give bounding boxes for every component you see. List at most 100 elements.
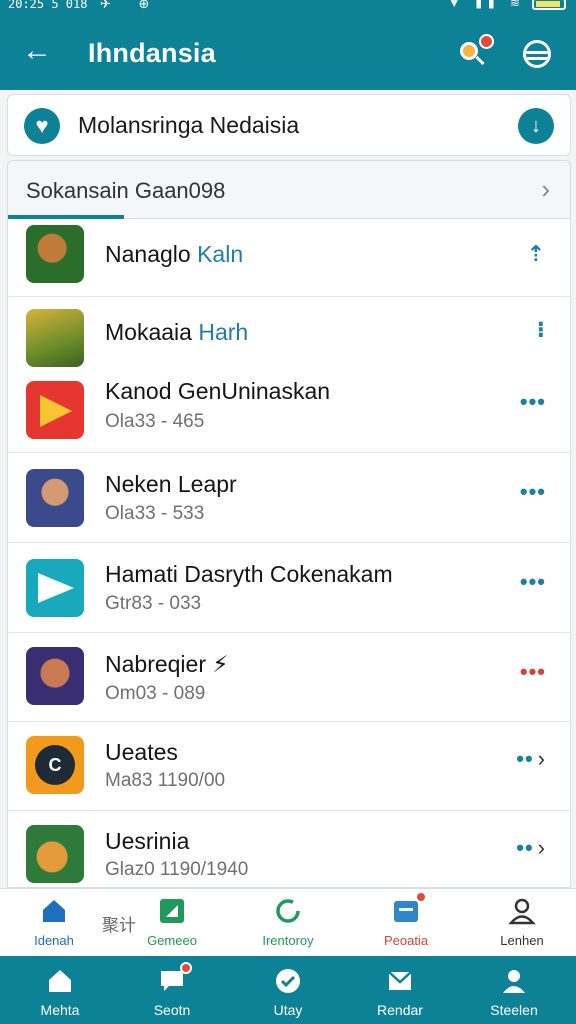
app-name-text: Mokaaia [105, 319, 192, 345]
nav-label: Mehta [40, 1002, 80, 1018]
app-name: Neken Leapr [105, 471, 237, 497]
check-circle-icon [275, 968, 301, 994]
nav-account[interactable]: Steelen [464, 968, 564, 1018]
nav-label: Utay [273, 1002, 303, 1018]
app-name: Ueates [105, 739, 178, 765]
nav-label: Seotn [153, 1002, 191, 1018]
app-thumbnail: C [26, 736, 84, 794]
app-name: Kanod GenUninaskan [105, 378, 331, 404]
page-title: Ihndansia [88, 38, 216, 68]
search-handle [475, 55, 485, 66]
bottom-navigation: Mehta Seotn Utay Rendar Steelen [0, 956, 576, 1024]
search-button[interactable] [458, 34, 494, 68]
tab-label: Irentoroy [262, 933, 314, 948]
app-thumbnail [26, 309, 84, 367]
row-action-icon[interactable]: ⇡ [527, 241, 546, 267]
list-item[interactable]: Nanaglo Kaln ⇡ [8, 219, 570, 297]
list-item[interactable]: Nabreqier ⚡ Om03 - 089 ••• [8, 633, 570, 722]
tab-label: Lenhen [500, 933, 544, 948]
back-button[interactable]: ← [22, 36, 56, 70]
app-thumbnail [26, 559, 84, 617]
app-name-accent: Harh [198, 319, 249, 345]
app-thumbnail [26, 381, 84, 439]
chevron-right-icon: › [537, 746, 546, 771]
app-subtitle: Ma83 1190/00 [105, 770, 226, 791]
list-item[interactable]: Uesrinia Glaz0 1190/1940 •• › [8, 811, 570, 887]
app-thumbnail [26, 225, 84, 283]
row-action-icon[interactable]: ⁝ [537, 317, 546, 343]
app-name: Nabreqier ⚡ [105, 651, 229, 677]
section-header[interactable]: Sokansain Gaan098 › [8, 161, 570, 219]
list-item[interactable]: Hamati Dasryth Cokenakam Gtr83 - 033 ••• [8, 543, 570, 633]
app-bar: 20:25 5 018 ✈ ⊕ ▼ ▮▮ ≋ ← Ihndansia [0, 0, 576, 90]
updates-icon [392, 891, 427, 925]
tab-label: Peoatia [383, 933, 429, 948]
heart-pin-icon: ♥ [24, 108, 60, 144]
location-action-button[interactable]: ↓ [518, 108, 554, 144]
nav-home[interactable]: Mehta [10, 968, 110, 1018]
app-thumbnail [26, 647, 84, 705]
row-action[interactable]: •• › [516, 835, 546, 861]
chevron-right-icon: › [537, 835, 546, 860]
app-thumbnail [26, 469, 84, 527]
arrow-left-icon: ← [22, 34, 52, 67]
nav-inbox[interactable]: Rendar [350, 968, 450, 1018]
more-options-icon: •• [516, 746, 534, 771]
mail-icon [387, 968, 413, 994]
app-name: Mokaaia Harh [105, 319, 248, 346]
app-name: Nanaglo Kaln [105, 241, 243, 268]
notification-dot [479, 34, 494, 49]
battery-icon [532, 0, 566, 10]
more-options-icon[interactable]: ••• [520, 659, 546, 685]
app-name-accent: Kaln [197, 241, 244, 267]
status-icons-left: ✈ ⊕ [100, 0, 162, 11]
app-name-text: Nanaglo [105, 241, 191, 267]
nav-label: Steelen [490, 1002, 538, 1018]
user-icon [508, 897, 536, 925]
send-icon [38, 573, 74, 603]
list-item[interactable]: Mokaaia Harh ⁝ [8, 297, 570, 375]
list-item[interactable]: Neken Leapr Ola33 - 533 ••• [8, 453, 570, 543]
more-options-icon[interactable]: ••• [520, 569, 546, 595]
tab-label: Gemeeo [147, 933, 197, 948]
notification-badge [415, 891, 427, 903]
app-subtitle: Glaz0 1190/1940 [105, 859, 249, 880]
home-icon [40, 897, 68, 925]
tab-profile[interactable]: Lenhen [474, 897, 570, 948]
secondary-tab-bar: Idenah 聚计 Gemeeo Irentoroy Peoatia Lenhe… [0, 888, 576, 956]
notification-badge [180, 962, 192, 974]
status-icons-right: ▼ ▮▮ ≋ [448, 0, 566, 10]
more-options-icon: •• [516, 835, 534, 860]
app-subtitle: Ola33 - 465 [105, 411, 205, 432]
tab-inventory[interactable]: Irentoroy [240, 897, 336, 948]
app-subtitle: Ola33 - 533 [105, 503, 205, 524]
location-card[interactable]: ♥ Molansringa Nedaisia ↓ [7, 94, 571, 156]
app-subtitle: Gtr83 - 033 [105, 593, 202, 614]
list-item[interactable]: Kanod GenUninaskan Ola33 - 465 ••• [8, 375, 570, 453]
more-options-icon[interactable]: ••• [520, 389, 546, 415]
c-logo-icon: C [35, 745, 75, 785]
app-subtitle: Om03 - 089 [105, 683, 206, 704]
more-options-icon[interactable]: ••• [520, 479, 546, 505]
app-name: Hamati Dasryth Cokenakam [105, 561, 393, 587]
nav-label: Rendar [377, 1002, 423, 1018]
tab-games[interactable]: Gemeeo [124, 897, 220, 948]
refresh-icon [274, 897, 302, 925]
chat-icon [159, 962, 192, 994]
globe-button[interactable] [523, 40, 551, 68]
tab-updates[interactable]: Peoatia [358, 891, 454, 948]
status-time: 20:25 5 018 [8, 0, 88, 11]
list-item[interactable]: C Ueates Ma83 1190/00 •• › [8, 722, 570, 811]
app-name: Uesrinia [105, 828, 190, 854]
status-bar: 20:25 5 018 ✈ ⊕ ▼ ▮▮ ≋ [0, 0, 576, 14]
nav-messages[interactable]: Seotn [122, 962, 222, 1018]
row-action[interactable]: •• › [516, 746, 546, 772]
section-title: Sokansain Gaan098 [26, 178, 226, 203]
user-icon [501, 968, 527, 994]
app-thumbnail [26, 825, 84, 883]
location-label: Molansringa Nedaisia [78, 112, 300, 138]
home-icon [47, 968, 73, 994]
games-icon [158, 897, 186, 925]
nav-check[interactable]: Utay [238, 968, 338, 1018]
signal-icons: ▼ ▮▮ ≋ [448, 0, 526, 10]
